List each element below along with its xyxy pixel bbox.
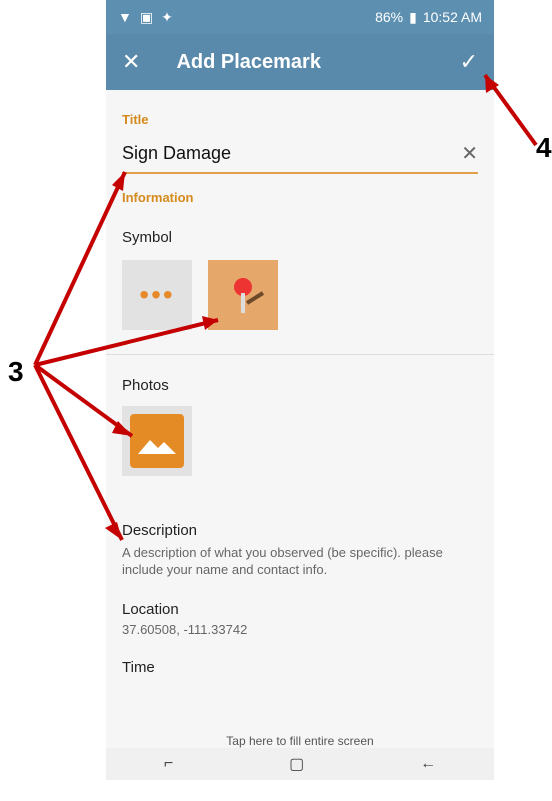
- annotation-arrows: [33, 73, 538, 541]
- annotation-label-3: 3: [8, 356, 24, 387]
- annotation-label-4: 4: [536, 132, 552, 163]
